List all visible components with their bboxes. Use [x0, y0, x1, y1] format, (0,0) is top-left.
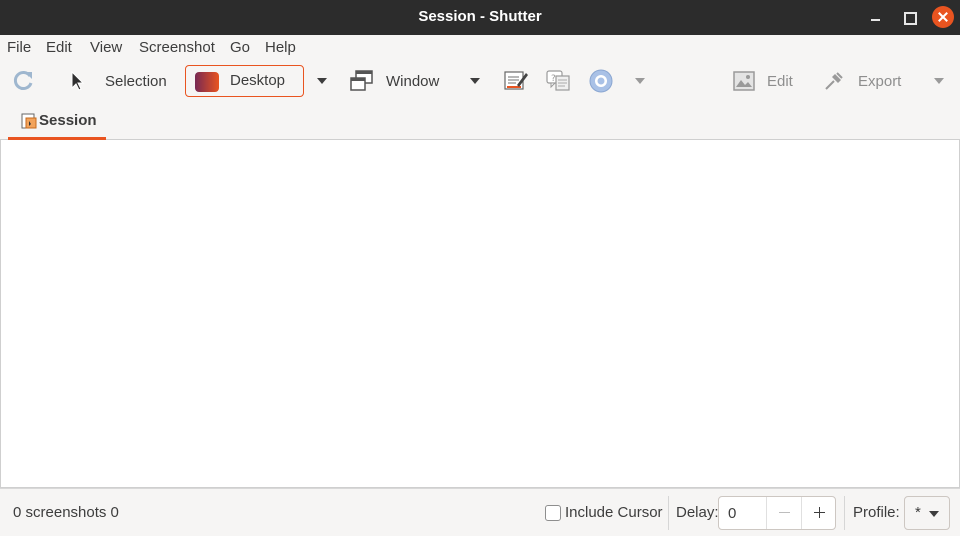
window-label: Window	[386, 72, 440, 90]
window-dropdown-chevron-icon[interactable]	[470, 78, 480, 84]
selection-button[interactable]: Selection	[68, 64, 167, 98]
tab-session-label: Session	[39, 112, 97, 129]
desktop-button[interactable]: Desktop	[185, 65, 304, 97]
menu-help[interactable]: Help	[265, 39, 296, 56]
separator	[844, 496, 845, 530]
desktop-icon	[195, 72, 219, 92]
profile-select[interactable]: *	[904, 496, 950, 530]
tab-bar: Session	[0, 102, 960, 140]
svg-text:?: ?	[551, 74, 556, 84]
export-icon	[825, 72, 843, 90]
menu-go[interactable]: Go	[230, 39, 250, 56]
close-button[interactable]	[932, 6, 954, 28]
desktop-label: Desktop	[230, 72, 286, 89]
session-icon	[21, 113, 37, 129]
edit-label: Edit	[767, 72, 793, 90]
separator	[668, 496, 669, 530]
menu-edit[interactable]: Edit	[46, 39, 72, 56]
menu-edit-icon	[504, 71, 528, 90]
window-icon	[350, 70, 373, 91]
edit-button[interactable]: Edit	[733, 64, 793, 98]
menu-screenshot[interactable]: Screenshot	[139, 39, 215, 56]
include-cursor-label[interactable]: Include Cursor	[565, 504, 663, 521]
maximize-button[interactable]	[898, 6, 920, 28]
export-label: Export	[858, 72, 902, 90]
web-dropdown-chevron-icon[interactable]	[635, 78, 645, 84]
menu-file[interactable]: File	[7, 39, 31, 56]
session-view[interactable]	[0, 140, 960, 488]
menu-bar: File Edit View Screenshot Go Help	[0, 35, 960, 60]
export-button[interactable]: Export	[823, 64, 901, 98]
refresh-button[interactable]	[10, 64, 38, 98]
window-button[interactable]: Window	[350, 64, 439, 98]
window-title: Session - Shutter	[418, 8, 542, 25]
tab-session[interactable]: Session	[8, 102, 106, 140]
globe-icon	[589, 69, 613, 93]
delay-decrement-button[interactable]	[766, 497, 801, 529]
delay-spinner[interactable]: 0	[718, 496, 836, 530]
profile-chevron-down-icon	[929, 511, 939, 517]
delay-label: Delay:	[676, 504, 719, 521]
status-bar: 0 screenshots 0 Include Cursor Delay: 0 …	[0, 488, 960, 536]
selection-label: Selection	[105, 72, 167, 90]
title-bar: Session - Shutter	[0, 0, 960, 35]
desktop-dropdown-chevron-icon[interactable]	[317, 78, 327, 84]
delay-value[interactable]: 0	[728, 505, 736, 522]
refresh-icon	[13, 71, 33, 90]
image-edit-icon	[733, 71, 755, 91]
export-dropdown-chevron-icon[interactable]	[934, 78, 944, 84]
screenshot-count: 0 screenshots 0	[13, 504, 119, 521]
web-capture-button[interactable]	[588, 64, 614, 98]
tooltip-capture-button[interactable]: ?	[545, 64, 571, 98]
delay-increment-button[interactable]	[801, 497, 836, 529]
menu-capture-button[interactable]	[503, 64, 529, 98]
profile-label: Profile:	[853, 504, 900, 521]
toolbar: Selection Desktop Window ? Edit Export	[0, 60, 960, 102]
profile-value: *	[915, 504, 921, 521]
menu-view[interactable]: View	[90, 39, 122, 56]
minimize-button[interactable]	[865, 6, 887, 28]
tooltip-icon: ?	[546, 70, 570, 91]
include-cursor-checkbox[interactable]	[545, 505, 561, 521]
cursor-arrow-icon	[71, 70, 85, 91]
